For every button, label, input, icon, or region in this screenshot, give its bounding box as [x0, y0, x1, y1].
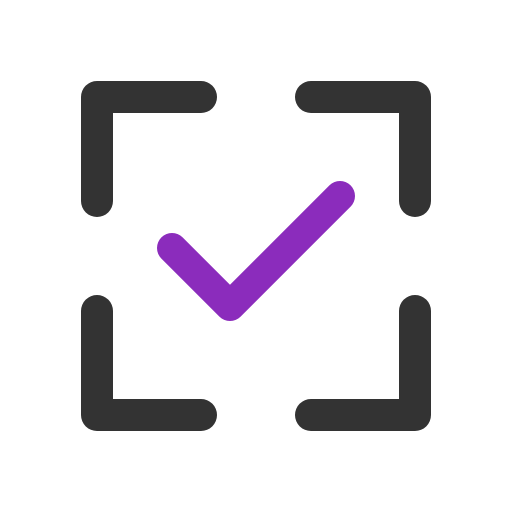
frame-corner-bottom-right	[295, 295, 431, 431]
scan-check-icon-canvas	[0, 0, 512, 512]
frame-corner-top-left	[81, 81, 217, 217]
scan-check-icon	[81, 81, 431, 431]
frame-corner-bottom-left	[81, 295, 217, 431]
frame-corner-top-right	[295, 81, 431, 217]
checkmark-icon	[157, 181, 355, 321]
